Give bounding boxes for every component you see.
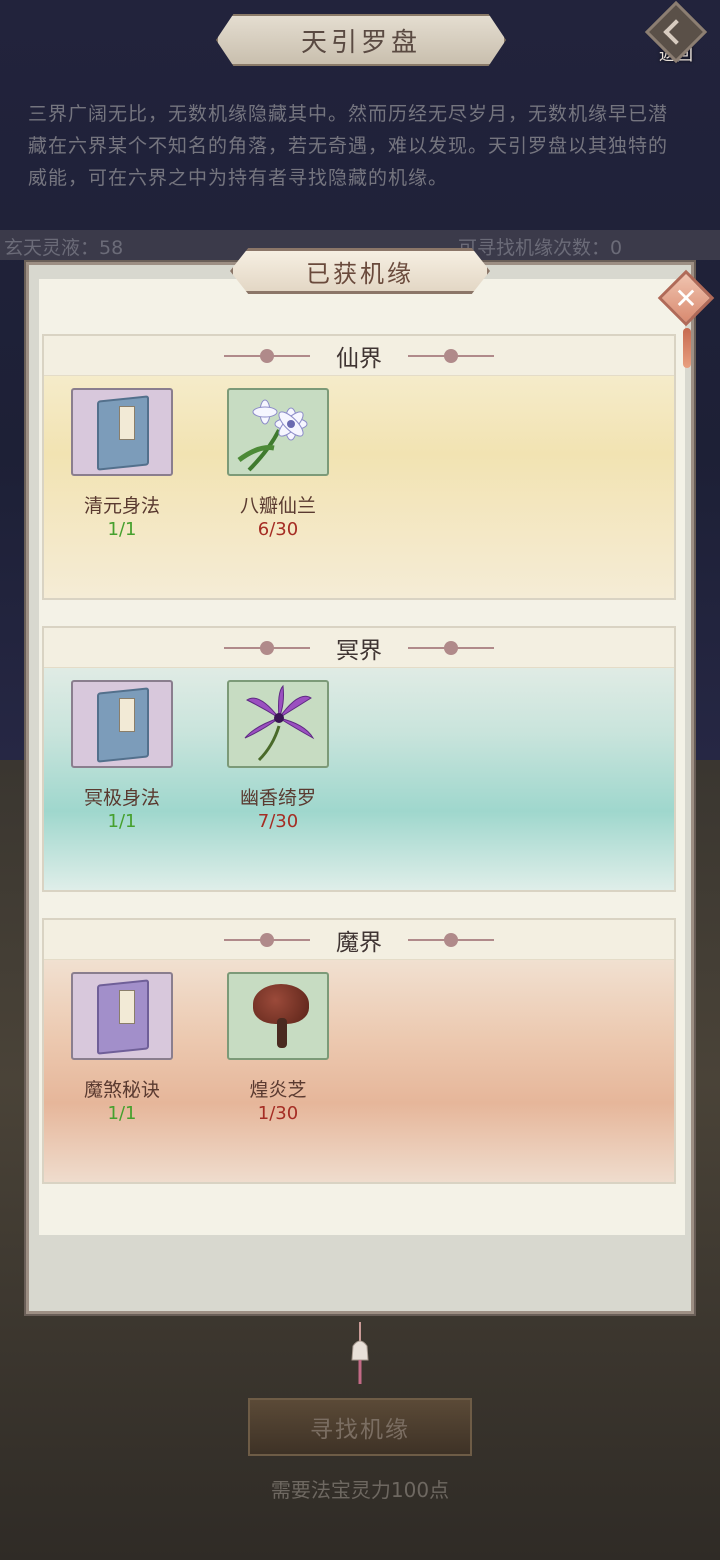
fortune-item[interactable]: 魔煞秘诀 1/1 xyxy=(62,972,182,1126)
ornament-right xyxy=(408,638,494,658)
panel-title: 已获机缘 xyxy=(230,248,490,294)
ornament-left xyxy=(224,638,310,658)
item-name: 幽香绮罗 xyxy=(239,787,316,809)
item-name: 清元身法 xyxy=(83,495,160,517)
back-icon xyxy=(644,0,708,64)
item-count: 1/30 xyxy=(257,1103,299,1124)
orchid-icon xyxy=(227,388,329,476)
item-count: 1/1 xyxy=(107,1103,137,1124)
skill-book-icon xyxy=(71,388,173,476)
realm-header: 仙界 xyxy=(44,336,674,376)
realm-header: 冥界 xyxy=(44,628,674,668)
ornament-right xyxy=(408,930,494,950)
search-count-label: 可寻找机缘次数：0 xyxy=(458,237,623,259)
item-name: 八瓣仙兰 xyxy=(239,495,316,517)
item-count: 1/1 xyxy=(107,519,137,540)
lingzhi-icon xyxy=(227,972,329,1060)
item-count: 6/30 xyxy=(257,519,299,540)
purple-flower-icon xyxy=(227,680,329,768)
realm-section-mo: 魔界 魔煞秘诀 1/1 煌炎芝 1/30 xyxy=(42,918,676,1184)
item-name: 煌炎芝 xyxy=(249,1079,307,1101)
item-count: 1/1 xyxy=(107,811,137,832)
seek-fortune-label: 寻找机缘 xyxy=(310,1417,410,1443)
realm-section-ming: 冥界 冥极身法 1/1 幽香绮罗 7/30 xyxy=(42,626,676,892)
tassel-ornament xyxy=(683,328,691,368)
skill-book-icon xyxy=(71,680,173,768)
item-name: 冥极身法 xyxy=(83,787,160,809)
realm-section-xian: 仙界 清元身法 1/1 八瓣仙兰 6/30 xyxy=(42,334,676,600)
intro-text: 三界广阔无比，无数机缘隐藏其中。然而历经无尽岁月，无数机缘早已潜藏在六界某个不知… xyxy=(28,103,669,189)
realm-name: 仙界 xyxy=(336,345,382,372)
fortune-item[interactable]: 煌炎芝 1/30 xyxy=(218,972,338,1126)
ornament-right xyxy=(408,346,494,366)
realm-name: 魔界 xyxy=(336,929,382,956)
requirement-text: 需要法宝灵力100点 xyxy=(270,1478,450,1502)
close-button[interactable]: ✕ xyxy=(657,269,715,327)
page-title-text: 天引罗盘 xyxy=(300,27,421,58)
fortune-item[interactable]: 冥极身法 1/1 xyxy=(62,680,182,834)
fortune-item[interactable]: 八瓣仙兰 6/30 xyxy=(218,388,338,542)
ornament-left xyxy=(224,346,310,366)
bell-ornament xyxy=(348,1322,372,1386)
page-title: 天引罗盘 xyxy=(216,14,506,66)
item-name: 魔煞秘诀 xyxy=(83,1079,160,1101)
ornament-left xyxy=(224,930,310,950)
realm-header: 魔界 xyxy=(44,920,674,960)
fortune-item[interactable]: 清元身法 1/1 xyxy=(62,388,182,542)
seek-fortune-button[interactable]: 寻找机缘 xyxy=(248,1398,472,1456)
realm-name: 冥界 xyxy=(336,637,382,664)
secret-manual-icon xyxy=(71,972,173,1060)
item-count: 7/30 xyxy=(257,811,299,832)
fortune-item[interactable]: 幽香绮罗 7/30 xyxy=(218,680,338,834)
back-button[interactable]: 返回 xyxy=(644,0,708,76)
currency-label: 玄天灵液：58 xyxy=(4,237,124,259)
panel-title-text: 已获机缘 xyxy=(306,259,414,288)
